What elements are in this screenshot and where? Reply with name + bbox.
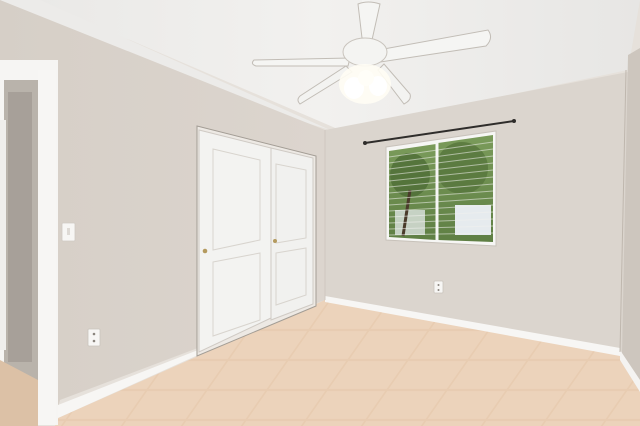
outlet-back-wall [433,280,444,294]
hallway-wall [8,92,32,362]
closet-knob-left[interactable] [202,248,208,254]
doorway-trim-right [38,70,56,425]
light-switch-toggle [67,228,70,235]
outlet-left-wall [87,328,101,347]
fan-light-bulb-center [358,70,374,86]
hallway-door-edge [0,120,6,350]
empty-bedroom-photo [0,0,640,426]
room-illustration [0,0,640,426]
closet-door-right[interactable] [270,147,314,321]
fan-motor-housing [342,37,388,67]
closet-knob-right[interactable] [273,239,277,243]
